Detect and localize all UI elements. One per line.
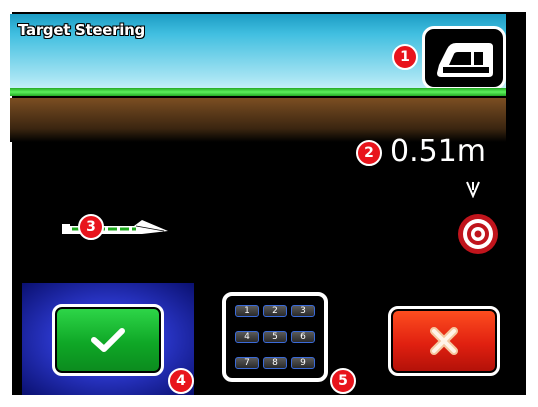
guidance-line	[10, 88, 506, 96]
keypad-button[interactable]: 1 2 3 4 5 6 7 8 9	[222, 292, 328, 382]
arrow-down-icon	[466, 181, 480, 198]
confirm-button[interactable]	[52, 304, 164, 376]
page-title: Target Steering	[18, 21, 145, 39]
key-2: 2	[263, 305, 287, 317]
vehicle-button[interactable]	[422, 26, 506, 90]
callout-badge: 5	[330, 368, 356, 394]
key-3: 3	[291, 305, 315, 317]
callout-badge: 2	[356, 140, 382, 166]
cancel-button[interactable]	[388, 306, 500, 376]
target-icon	[458, 214, 498, 254]
callout-badge: 4	[168, 368, 194, 394]
key-8: 8	[263, 357, 287, 369]
callout-badge: 1	[392, 44, 418, 70]
vehicle-icon	[437, 43, 493, 77]
x-icon	[430, 327, 458, 355]
key-7: 7	[235, 357, 259, 369]
key-4: 4	[235, 331, 259, 343]
callout-badge: 3	[78, 214, 104, 240]
distance-readout: 0.51m	[390, 134, 487, 169]
key-5: 5	[263, 331, 287, 343]
implement-icon	[62, 220, 168, 234]
key-6: 6	[291, 331, 315, 343]
key-9: 9	[291, 357, 315, 369]
checkmark-icon	[91, 328, 125, 352]
key-1: 1	[235, 305, 259, 317]
